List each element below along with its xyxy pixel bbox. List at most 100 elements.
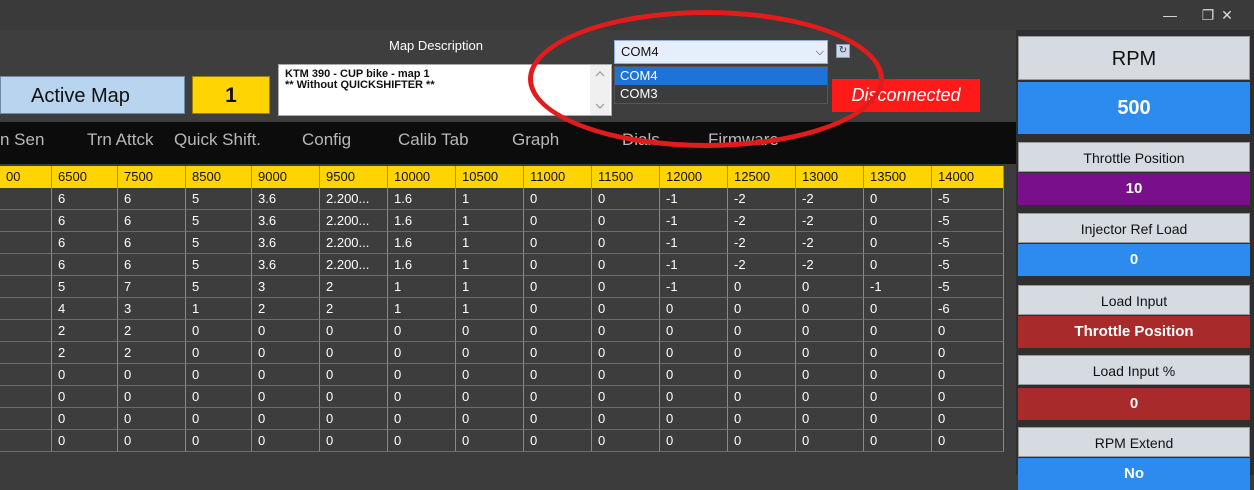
table-cell[interactable]: 0 [456,386,524,408]
table-cell[interactable]: -1 [660,210,728,232]
table-cell[interactable] [0,364,52,386]
table-cell[interactable] [0,386,52,408]
tab-calib-tab[interactable]: Calib Tab [398,130,469,150]
table-cell[interactable]: 0 [728,408,796,430]
table-cell[interactable]: 0 [796,408,864,430]
table-cell[interactable]: 0 [864,364,932,386]
table-cell[interactable]: 0 [796,342,864,364]
table-cell[interactable]: 1 [456,188,524,210]
table-cell[interactable]: 0 [796,430,864,452]
tab-config[interactable]: Config [302,130,351,150]
table-cell[interactable]: 7 [118,276,186,298]
tab-trn-attck[interactable]: Trn Attck [87,130,153,150]
table-cell[interactable]: 0 [592,232,660,254]
table-cell[interactable]: 0 [118,386,186,408]
table-cell[interactable]: 0 [660,408,728,430]
table-cell[interactable]: 1.6 [388,232,456,254]
table-cell[interactable] [0,320,52,342]
table-cell[interactable]: 1 [186,298,252,320]
tab-quick-shift[interactable]: Quick Shift. [174,130,261,150]
table-cell[interactable]: 0 [524,254,592,276]
com-port-option[interactable]: COM4 [615,67,827,85]
table-cell[interactable]: 0 [592,320,660,342]
table-cell[interactable]: -5 [932,254,1004,276]
tab-graph[interactable]: Graph [512,130,559,150]
table-cell[interactable]: 0 [660,320,728,342]
table-cell[interactable]: 0 [186,320,252,342]
table-cell[interactable]: 0 [592,254,660,276]
table-cell[interactable]: -1 [660,254,728,276]
refresh-icon[interactable]: ↻ [836,44,850,58]
table-cell[interactable]: 0 [728,320,796,342]
table-cell[interactable]: 3.6 [252,188,320,210]
table-cell[interactable]: -1 [660,232,728,254]
table-cell[interactable]: 3.6 [252,232,320,254]
table-cell[interactable]: 2 [118,342,186,364]
table-cell[interactable]: 6 [52,254,118,276]
table-cell[interactable]: 0 [728,430,796,452]
table-cell[interactable] [0,342,52,364]
table-cell[interactable]: 5 [186,276,252,298]
table-cell[interactable]: 0 [456,364,524,386]
table-cell[interactable]: 0 [864,386,932,408]
table-cell[interactable]: 0 [932,408,1004,430]
table-cell[interactable] [0,210,52,232]
table-cell[interactable]: 3.6 [252,254,320,276]
table-cell[interactable]: -1 [864,276,932,298]
tab-dials[interactable]: Dials [622,130,660,150]
table-cell[interactable]: 0 [524,210,592,232]
table-cell[interactable]: 0 [864,430,932,452]
table-cell[interactable]: 0 [932,320,1004,342]
table-cell[interactable]: 0 [320,408,388,430]
table-cell[interactable]: 0 [186,408,252,430]
table-cell[interactable]: 0 [592,276,660,298]
table-cell[interactable]: 6 [52,210,118,232]
table-cell[interactable]: 0 [456,342,524,364]
table-cell[interactable]: -2 [796,254,864,276]
table-cell[interactable]: 0 [660,364,728,386]
table-cell[interactable]: 0 [524,386,592,408]
table-cell[interactable]: 0 [456,430,524,452]
table-cell[interactable]: 0 [864,408,932,430]
table-cell[interactable]: -2 [796,232,864,254]
table-cell[interactable]: -2 [728,188,796,210]
table-cell[interactable]: 0 [252,386,320,408]
table-cell[interactable]: 1 [456,276,524,298]
table-cell[interactable]: 0 [932,364,1004,386]
table-cell[interactable]: 0 [186,342,252,364]
table-cell[interactable]: 0 [388,386,456,408]
table-cell[interactable]: 1.6 [388,254,456,276]
table-cell[interactable]: 0 [864,210,932,232]
table-cell[interactable]: 2.200... [320,188,388,210]
table-cell[interactable]: 0 [728,298,796,320]
table-cell[interactable]: -2 [728,210,796,232]
table-cell[interactable]: 6 [52,232,118,254]
table-cell[interactable] [0,408,52,430]
table-cell[interactable]: 0 [320,342,388,364]
table-cell[interactable]: 0 [524,430,592,452]
table-cell[interactable]: 0 [388,364,456,386]
table-cell[interactable]: -2 [796,210,864,232]
close-button[interactable]: ✕ [1210,2,1244,28]
table-cell[interactable]: 0 [592,386,660,408]
table-cell[interactable]: 0 [592,408,660,430]
table-cell[interactable]: 0 [796,320,864,342]
table-cell[interactable]: 0 [864,188,932,210]
table-cell[interactable]: 0 [252,320,320,342]
table-cell[interactable]: 0 [728,342,796,364]
table-cell[interactable]: 0 [660,430,728,452]
table-cell[interactable]: 0 [592,210,660,232]
table-cell[interactable]: 1 [456,232,524,254]
table-cell[interactable]: 0 [118,364,186,386]
table-cell[interactable]: 0 [592,298,660,320]
table-cell[interactable]: 0 [186,364,252,386]
table-cell[interactable]: 0 [524,320,592,342]
table-cell[interactable]: -5 [932,210,1004,232]
table-cell[interactable]: -5 [932,188,1004,210]
table-cell[interactable]: 0 [932,342,1004,364]
table-cell[interactable]: 1 [388,276,456,298]
table-cell[interactable]: 0 [388,408,456,430]
table-cell[interactable]: 6 [52,188,118,210]
table-cell[interactable]: -1 [660,276,728,298]
table-cell[interactable]: 2.200... [320,232,388,254]
